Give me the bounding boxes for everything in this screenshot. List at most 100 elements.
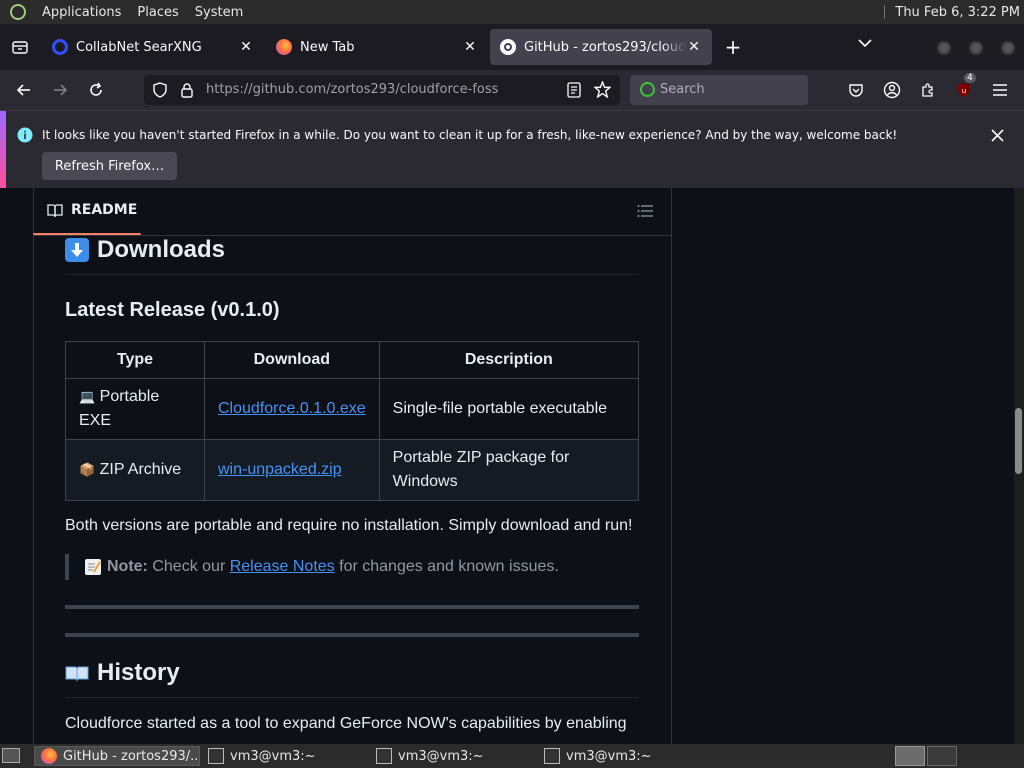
release-table: Type Download Description 💻 Portable EXE… [65, 341, 640, 501]
maximize-window-button[interactable] [969, 41, 983, 55]
open-book-emoji-icon [65, 661, 89, 685]
firefox-icon [276, 39, 292, 55]
workspace-switcher[interactable] [895, 746, 925, 766]
url-text[interactable]: https://github.com/zortos293/cloudforce-… [206, 82, 498, 97]
close-tab-icon[interactable]: ✕ [462, 39, 478, 55]
info-icon [17, 127, 33, 143]
heading-divider [65, 697, 639, 698]
tab-new-tab[interactable]: New Tab ✕ [266, 29, 488, 65]
account-button[interactable] [880, 78, 904, 102]
reload-button[interactable] [84, 78, 108, 102]
history-paragraph: Cloudforce started as a tool to expand G… [65, 715, 627, 732]
scrollbar-thumb[interactable] [1015, 408, 1022, 474]
ublock-shield-icon: u [958, 83, 970, 97]
taskbar-item-terminal[interactable]: vm3@vm3:~ [538, 746, 704, 766]
taskbar-item-terminal[interactable]: vm3@vm3:~ [202, 746, 368, 766]
app-menu-button[interactable] [988, 78, 1012, 102]
terminal-icon [208, 748, 224, 764]
forward-button[interactable] [48, 78, 72, 102]
terminal-icon [544, 748, 560, 764]
minimize-window-button[interactable] [937, 41, 951, 55]
search-engine-icon [640, 82, 655, 97]
tab-searxng[interactable]: CollabNet SearXNG ✕ [42, 29, 264, 65]
table-cell-download: Cloudforce.0.1.0.exe [204, 378, 380, 440]
ublock-origin-button[interactable]: u 4 [952, 73, 976, 102]
tab-github[interactable]: GitHub - zortos293/cloudforce-foss ✕ [490, 29, 712, 65]
down-arrow-emoji-icon [65, 238, 89, 262]
shield-icon[interactable] [152, 82, 168, 98]
laptop-emoji-icon: 💻 [79, 389, 96, 404]
url-path: /zortos293/cloudforce-foss [326, 82, 499, 97]
account-icon [883, 81, 901, 99]
svg-text:u: u [962, 87, 966, 95]
download-zip-link[interactable]: win-unpacked.zip [218, 461, 342, 478]
taskbar-item-terminal[interactable]: vm3@vm3:~ [370, 746, 536, 766]
system-menu[interactable]: System [187, 5, 251, 20]
table-header: Download [204, 341, 380, 379]
table-of-contents-icon[interactable] [637, 204, 653, 218]
tab-strip: CollabNet SearXNG ✕ New Tab ✕ GitHub - z… [0, 24, 1024, 70]
reload-icon [90, 82, 102, 96]
terminal-icon [376, 748, 392, 764]
panel-clock[interactable]: Thu Feb 6, 3:22 PM [884, 0, 1020, 24]
show-desktop-icon[interactable] [2, 748, 20, 763]
pocket-button[interactable] [844, 78, 868, 102]
section-divider [65, 633, 639, 637]
tab-label: CollabNet SearXNG [76, 39, 202, 55]
places-menu[interactable]: Places [129, 5, 186, 20]
url-bar[interactable]: https://github.com/zortos293/cloudforce-… [144, 75, 620, 105]
readme-tab-underline [33, 233, 141, 235]
workspace-switcher-alt[interactable] [927, 746, 957, 766]
list-all-tabs-button[interactable] [858, 36, 872, 52]
bottom-taskbar: GitHub - zortos293/... vm3@vm3:~ vm3@vm3… [0, 744, 1024, 768]
readme-header: README [33, 188, 672, 236]
close-tab-icon[interactable]: ✕ [686, 39, 702, 55]
tab-label: GitHub - zortos293/cloudforce-foss [524, 39, 686, 55]
extensions-button[interactable] [916, 78, 940, 102]
refresh-firefox-button[interactable]: Refresh Firefox… [42, 152, 177, 180]
download-exe-link[interactable]: Cloudforce.0.1.0.exe [218, 400, 366, 417]
puzzle-icon [922, 83, 933, 97]
firefox-view-icon [12, 41, 28, 54]
lock-icon[interactable] [180, 82, 194, 98]
readme-tab[interactable]: README [47, 202, 137, 218]
firefox-icon [41, 748, 57, 764]
search-placeholder: Search [660, 82, 705, 97]
distro-logo-icon[interactable] [10, 4, 26, 20]
tab-label: New Tab [300, 39, 355, 55]
package-emoji-icon: 📦 [79, 462, 96, 477]
close-icon[interactable] [991, 129, 1004, 142]
history-heading: History [65, 659, 180, 687]
firefox-view-button[interactable] [0, 24, 40, 70]
reader-mode-icon[interactable] [567, 82, 581, 98]
close-tab-icon[interactable]: ✕ [238, 39, 254, 55]
arrow-left-icon [16, 84, 30, 96]
back-button[interactable] [12, 78, 36, 102]
note-text-after: for changes and known issues. [339, 558, 559, 575]
table-cell-description: Portable ZIP package for Windows [378, 439, 640, 501]
search-input[interactable]: Search [630, 75, 808, 105]
applications-menu[interactable]: Applications [34, 5, 129, 20]
top-panel: Applications Places System Thu Feb 6, 3:… [0, 0, 1024, 24]
bookmark-star-icon[interactable] [594, 81, 611, 98]
book-icon [47, 204, 63, 217]
clock-text: Thu Feb 6, 3:22 PM [895, 4, 1020, 20]
history-heading-text: History [97, 659, 180, 686]
taskbar-item-firefox[interactable]: GitHub - zortos293/... [34, 746, 200, 766]
table-cell-type: 📦 ZIP Archive [65, 439, 205, 501]
note-text-before: Check our [152, 558, 226, 575]
plus-icon: + [724, 35, 742, 59]
table-row: 📦 ZIP Archive win-unpacked.zip Portable … [65, 439, 640, 501]
table-header: Description [378, 341, 640, 379]
downloads-heading: Downloads [65, 236, 225, 264]
downloads-heading-text: Downloads [97, 236, 226, 263]
type-text: ZIP Archive [99, 461, 182, 478]
release-notes-link[interactable]: Release Notes [230, 558, 335, 576]
close-window-button[interactable] [1001, 41, 1015, 55]
latest-release-heading: Latest Release (v0.1.0) [65, 299, 280, 321]
section-divider [65, 605, 639, 609]
new-tab-button[interactable]: + [718, 35, 748, 59]
table-row: 💻 Portable EXE Cloudforce.0.1.0.exe Sing… [65, 378, 640, 440]
page-content: README Downloads Latest Release (v0.1.0)… [0, 188, 1014, 744]
notification-accent [0, 111, 6, 189]
